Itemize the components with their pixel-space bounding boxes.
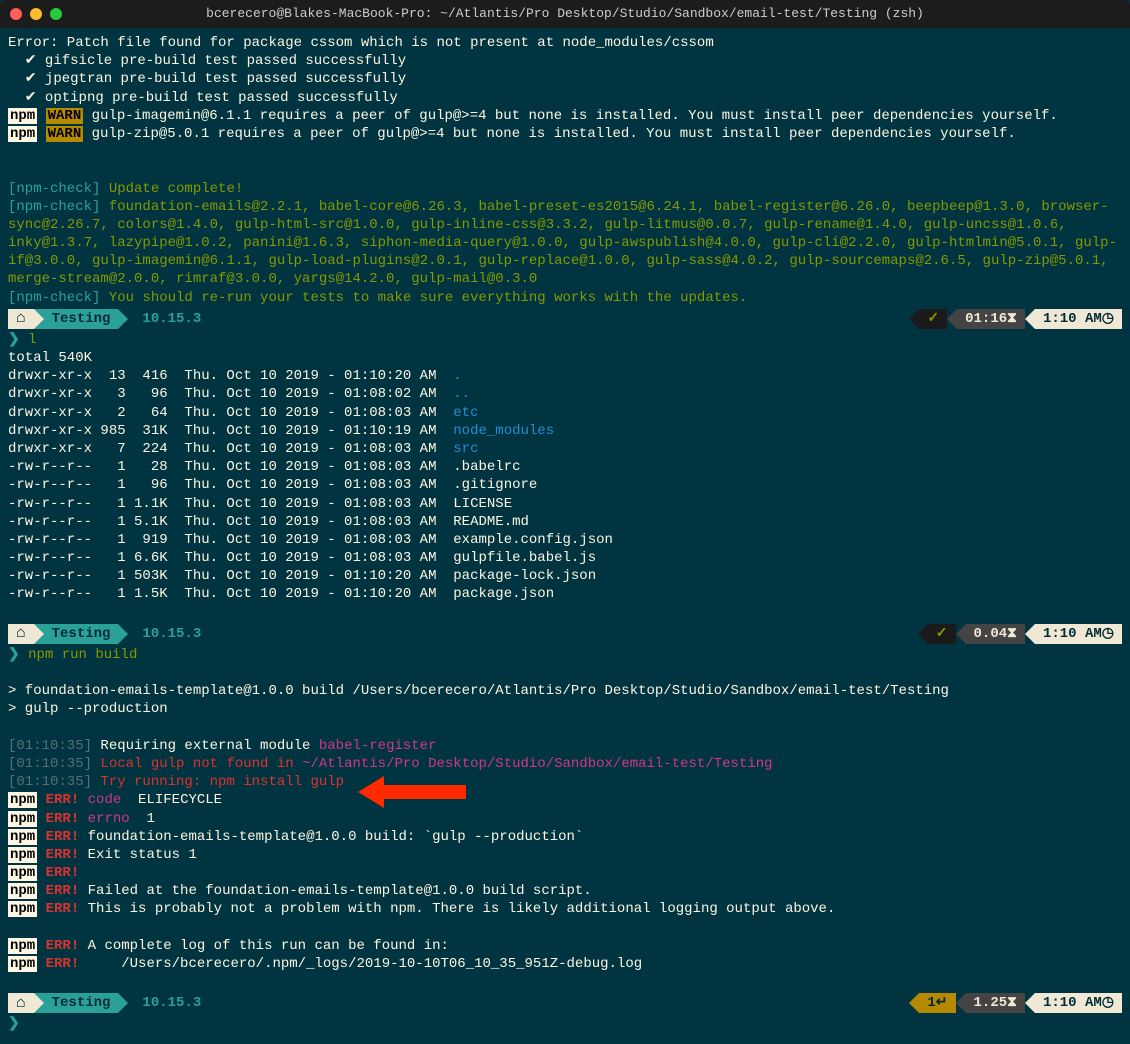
npm-err-line: npm ERR! errno 1 bbox=[8, 810, 1122, 828]
titlebar: bcerecero@Blakes-MacBook-Pro: ~/Atlantis… bbox=[0, 0, 1130, 28]
ls-total: total 540K bbox=[8, 349, 1122, 367]
maximize-icon[interactable] bbox=[50, 8, 62, 20]
npm-err-line: npm ERR! Failed at the foundation-emails… bbox=[8, 882, 1122, 900]
build-script-2: > gulp --production bbox=[8, 700, 1122, 718]
home-segment bbox=[8, 993, 34, 1013]
npm-err-line: npm ERR! code ELIFECYCLE bbox=[8, 791, 1122, 809]
home-icon bbox=[16, 308, 26, 329]
check-icon bbox=[936, 625, 948, 643]
clock-icon bbox=[1102, 625, 1114, 643]
prompt-line[interactable]: ❯ npm run build bbox=[8, 646, 1122, 664]
return-icon bbox=[936, 994, 948, 1012]
ls-row: -rw-r--r-- 1 503K Thu. Oct 10 2019 - 01:… bbox=[8, 567, 1122, 585]
err-log-1: npm ERR! A complete log of this run can … bbox=[8, 937, 1122, 955]
home-icon bbox=[16, 993, 26, 1014]
minimize-icon[interactable] bbox=[30, 8, 42, 20]
duration-segment: 01:16 bbox=[957, 309, 1025, 329]
ls-row: drwxr-xr-x 13 416 Thu. Oct 10 2019 - 01:… bbox=[8, 367, 1122, 385]
prompt-line[interactable]: ❯ bbox=[8, 1015, 1122, 1033]
gulp-msg-3: [01:10:35] Try running: npm install gulp bbox=[8, 773, 1122, 791]
ls-row: -rw-r--r-- 1 6.6K Thu. Oct 10 2019 - 01:… bbox=[8, 549, 1122, 567]
gulp-msg-2: [01:10:35] Local gulp not found in ~/Atl… bbox=[8, 755, 1122, 773]
hourglass-icon bbox=[1007, 310, 1017, 328]
ls-row: -rw-r--r-- 1 5.1K Thu. Oct 10 2019 - 01:… bbox=[8, 513, 1122, 531]
hourglass-icon bbox=[1007, 994, 1017, 1012]
build-script-1: > foundation-emails-template@1.0.0 build… bbox=[8, 682, 1122, 700]
npm-check-tests: [npm-check] You should re-run your tests… bbox=[8, 289, 1122, 307]
version-segment: 10.15.3 bbox=[128, 993, 209, 1013]
home-segment bbox=[8, 309, 34, 329]
ls-row: -rw-r--r-- 1 919 Thu. Oct 10 2019 - 01:0… bbox=[8, 531, 1122, 549]
ls-row: -rw-r--r-- 1 1.5K Thu. Oct 10 2019 - 01:… bbox=[8, 585, 1122, 603]
check-icon bbox=[927, 310, 939, 328]
prebuild-line: ✔ gifsicle pre-build test passed success… bbox=[8, 52, 1122, 70]
clock-icon bbox=[1102, 994, 1114, 1012]
prebuild-line: ✔ jpegtran pre-build test passed success… bbox=[8, 70, 1122, 88]
version-segment: 10.15.3 bbox=[128, 309, 209, 329]
dir-segment: Testing bbox=[44, 993, 119, 1013]
hourglass-icon bbox=[1007, 625, 1017, 643]
duration-segment: 1.25 bbox=[966, 993, 1025, 1013]
exit-code: 1 bbox=[919, 993, 955, 1013]
npm-warn-line: npm WARN gulp-zip@5.0.1 requires a peer … bbox=[8, 125, 1122, 143]
gulp-msg-1: [01:10:35] Requiring external module bab… bbox=[8, 737, 1122, 755]
npm-err-line: npm ERR! foundation-emails-template@1.0.… bbox=[8, 828, 1122, 846]
powerline-prompt: Testing 10.15.3 01:16 1:10 AM bbox=[8, 309, 1122, 329]
ls-row: drwxr-xr-x 2 64 Thu. Oct 10 2019 - 01:08… bbox=[8, 404, 1122, 422]
prebuild-line: ✔ optipng pre-build test passed successf… bbox=[8, 89, 1122, 107]
npm-err-line: npm ERR! Exit status 1 bbox=[8, 846, 1122, 864]
ls-row: -rw-r--r-- 1 28 Thu. Oct 10 2019 - 01:08… bbox=[8, 458, 1122, 476]
dir-segment: Testing bbox=[44, 624, 119, 644]
home-segment bbox=[8, 624, 34, 644]
ls-row: -rw-r--r-- 1 1.1K Thu. Oct 10 2019 - 01:… bbox=[8, 495, 1122, 513]
home-icon bbox=[16, 623, 26, 644]
dir-segment: Testing bbox=[44, 309, 119, 329]
clock-segment: 1:10 AM bbox=[1035, 624, 1122, 644]
npm-check-pkgs: [npm-check] foundation-emails@2.2.1, bab… bbox=[8, 198, 1122, 289]
npm-warn-line: npm WARN gulp-imagemin@6.1.1 requires a … bbox=[8, 107, 1122, 125]
error-line: Error: Patch file found for package csso… bbox=[8, 34, 1122, 52]
ls-row: drwxr-xr-x 985 31K Thu. Oct 10 2019 - 01… bbox=[8, 422, 1122, 440]
clock-segment: 1:10 AM bbox=[1035, 309, 1122, 329]
ls-row: drwxr-xr-x 7 224 Thu. Oct 10 2019 - 01:0… bbox=[8, 440, 1122, 458]
powerline-prompt: Testing 10.15.3 1 1.25 1:10 AM bbox=[8, 993, 1122, 1013]
err-log-2: npm ERR! /Users/bcerecero/.npm/_logs/201… bbox=[8, 955, 1122, 973]
version-segment: 10.15.3 bbox=[128, 624, 209, 644]
terminal-content[interactable]: Error: Patch file found for package csso… bbox=[0, 28, 1130, 1044]
prompt-line[interactable]: ❯ l bbox=[8, 331, 1122, 349]
clock-icon bbox=[1102, 310, 1114, 328]
clock-segment: 1:10 AM bbox=[1035, 993, 1122, 1013]
powerline-prompt: Testing 10.15.3 0.04 1:10 AM bbox=[8, 624, 1122, 644]
duration-segment: 0.04 bbox=[966, 624, 1025, 644]
npm-check-complete: [npm-check] Update complete! bbox=[8, 180, 1122, 198]
npm-err-line: npm ERR! bbox=[8, 864, 1122, 882]
npm-err-line: npm ERR! This is probably not a problem … bbox=[8, 900, 1122, 918]
window-title: bcerecero@Blakes-MacBook-Pro: ~/Atlantis… bbox=[10, 6, 1120, 23]
traffic-lights bbox=[10, 8, 62, 20]
close-icon[interactable] bbox=[10, 8, 22, 20]
ls-row: -rw-r--r-- 1 96 Thu. Oct 10 2019 - 01:08… bbox=[8, 476, 1122, 494]
ls-row: drwxr-xr-x 3 96 Thu. Oct 10 2019 - 01:08… bbox=[8, 385, 1122, 403]
